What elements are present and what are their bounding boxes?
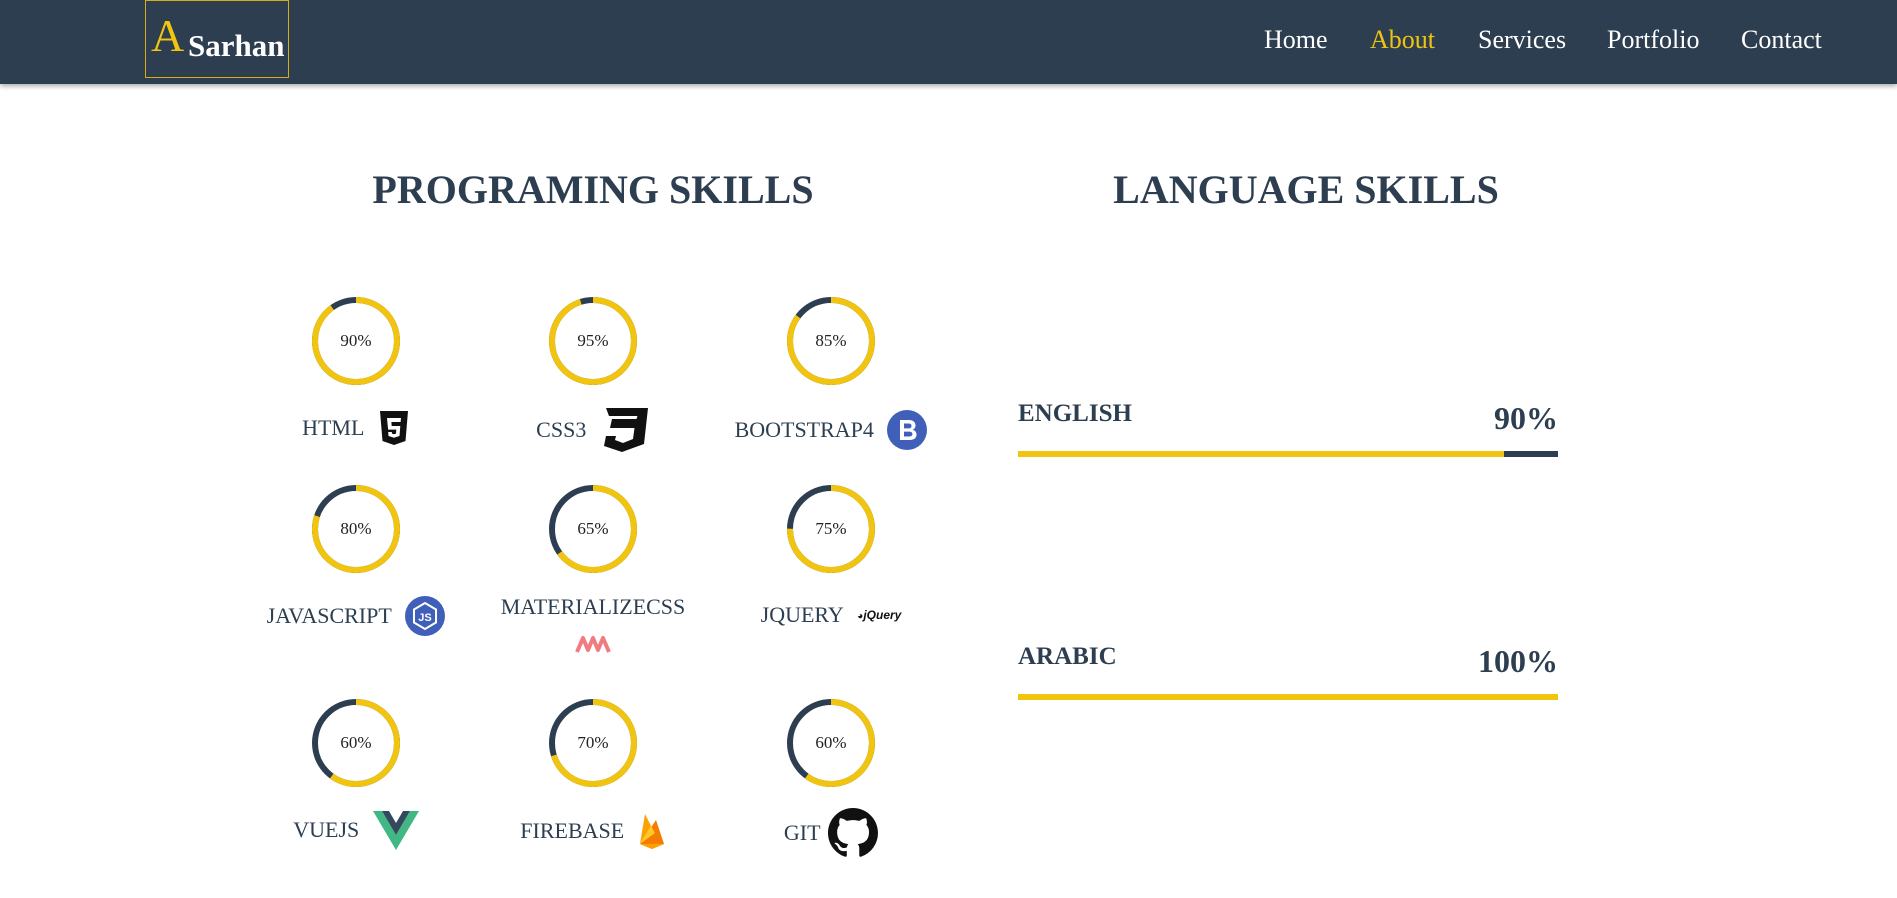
skill-label: FIREBASE <box>478 812 708 850</box>
nav-portfolio-link[interactable]: Portfolio <box>1607 24 1699 56</box>
skill-css3: 95% CSS3 <box>478 296 708 496</box>
skill-name: HTML <box>302 415 365 440</box>
skill-percent: 80% <box>340 519 372 538</box>
skill-label: CSS3 <box>478 406 708 454</box>
css3-icon <box>603 408 648 452</box>
brand-name: Sarhan <box>188 28 285 63</box>
skill-label: HTML <box>241 410 471 446</box>
skill-label: BOOTSTRAP4 <box>716 410 946 450</box>
language-percent: 90% <box>1494 400 1558 436</box>
navbar: A Sarhan Home About Services Portfolio C… <box>0 0 1897 84</box>
nav-home-link[interactable]: Home <box>1264 24 1328 56</box>
skill-label: VUEJS <box>241 810 471 850</box>
skill-percent: 90% <box>340 331 372 350</box>
skill-label: GIT <box>716 808 946 858</box>
programming-skills-title: PROGRAMING SKILLS <box>372 167 814 212</box>
language-progress-bar <box>1018 694 1558 700</box>
vuejs-icon <box>372 811 419 850</box>
skill-name: FIREBASE <box>520 818 625 843</box>
language-name: ENGLISH <box>1018 400 1132 427</box>
skill-materializecss: 65% MATERIALIZECSS <box>478 484 708 684</box>
skill-name: MATERIALIZECSS <box>500 593 686 619</box>
skill-name: JQUERY <box>760 601 844 627</box>
skill-html: 90% HTML <box>241 296 471 496</box>
nav-about-link[interactable]: About <box>1370 24 1435 56</box>
skill-firebase: 70% FIREBASE <box>478 698 708 898</box>
skill-bootstrap4: 85% BOOTSTRAP4 <box>716 296 946 496</box>
svg-text:JS: JS <box>419 612 432 624</box>
skill-name: BOOTSTRAP4 <box>734 417 874 442</box>
skill-label: MATERIALIZECSS <box>478 592 708 620</box>
skill-percent: 60% <box>815 733 847 752</box>
materialize-icon <box>575 636 611 653</box>
language-percent: 100% <box>1478 643 1558 679</box>
github-icon <box>828 808 879 857</box>
language-progress-bar <box>1018 451 1558 457</box>
language-progress-fill <box>1018 694 1558 700</box>
language-skills-title: LANGUAGE SKILLS <box>1113 167 1499 212</box>
brand-logo[interactable]: A Sarhan <box>145 0 289 78</box>
html5-icon <box>379 411 408 445</box>
nodejs-icon: JS <box>405 596 446 636</box>
skill-percent: 95% <box>577 331 609 350</box>
skill-percent: 65% <box>577 519 609 538</box>
skill-name: VUEJS <box>293 817 360 842</box>
skill-name: JAVASCRIPT <box>266 603 392 628</box>
skill-name: GIT <box>783 820 821 845</box>
skill-percent: 75% <box>815 519 847 538</box>
firebase-icon <box>639 814 664 849</box>
skill-jquery: 75% JQUERY ◕jQuery <box>716 484 946 684</box>
nav-contact-link[interactable]: Contact <box>1741 24 1822 56</box>
jquery-icon: ◕jQuery <box>857 607 902 622</box>
skill-name: CSS3 <box>536 417 587 442</box>
skill-percent: 70% <box>577 733 609 752</box>
language-progress-fill <box>1018 451 1504 457</box>
skill-percent: 85% <box>815 331 847 350</box>
brand-initial: A <box>151 10 185 61</box>
skill-label: JQUERY ◕jQuery <box>716 600 946 628</box>
skill-percent: 60% <box>340 733 372 752</box>
skill-git: 60% GIT <box>716 698 946 898</box>
bootstrap-icon <box>887 410 928 450</box>
skill-vuejs: 60% VUEJS <box>241 698 471 898</box>
language-name: ARABIC <box>1018 643 1117 670</box>
skill-javascript: 80% JAVASCRIPT JS <box>241 484 471 684</box>
skill-label: JAVASCRIPT JS <box>241 596 471 636</box>
nav-services-link[interactable]: Services <box>1478 24 1566 56</box>
